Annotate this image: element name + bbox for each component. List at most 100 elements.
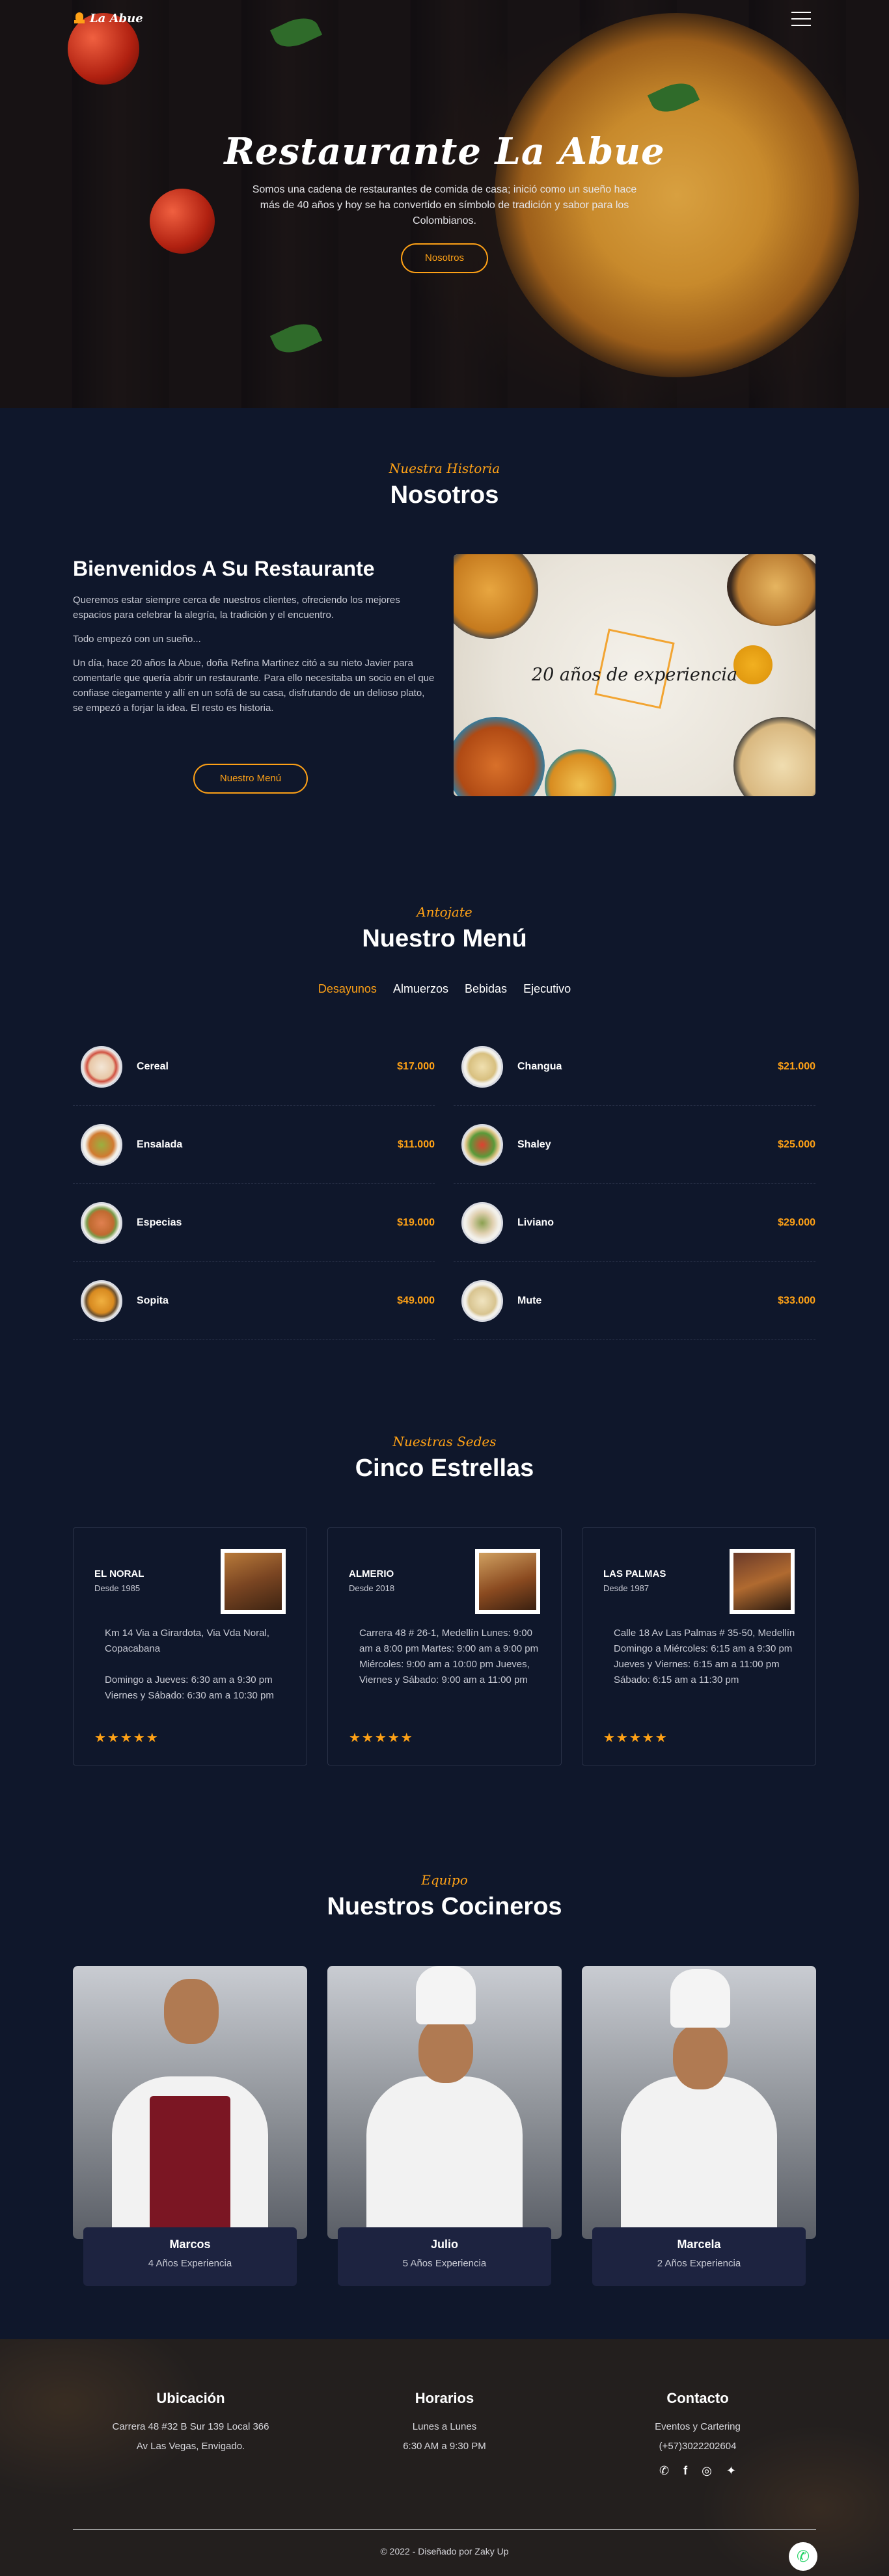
dish-price: $25.000 [778, 1138, 815, 1150]
menu-title: Nuestro Menú [362, 925, 527, 952]
chef-card[interactable]: Marcela 2 Años Experiencia [582, 1966, 816, 2286]
food-bowl-image [733, 717, 815, 796]
about-paragraph: Todo empezó con un sueño... [73, 634, 201, 645]
chef-info: Marcela 2 Años Experiencia [592, 2227, 806, 2286]
twitter-icon[interactable]: ✦ [726, 2464, 736, 2478]
nuestro-menu-button[interactable]: Nuestro Menú [193, 764, 308, 794]
menu-item[interactable]: Liviano $29.000 [454, 1184, 815, 1262]
tab-almuerzos[interactable]: Almuerzos [393, 982, 448, 996]
about-header: Nuestra Historia Nosotros [0, 461, 889, 509]
whatsapp-float-icon[interactable]: ✆ [789, 2542, 817, 2571]
about-title: Nosotros [390, 481, 499, 509]
dish-image [461, 1045, 503, 1088]
dish-price: $17.000 [397, 1060, 435, 1072]
menu-item[interactable]: Shaley $25.000 [454, 1106, 815, 1184]
branch-since: Desde 2018 [349, 1583, 395, 1593]
social-links: ✆ f ◎ ✦ [600, 2464, 795, 2478]
chef-name: Marcela [677, 2238, 721, 2251]
branch-card[interactable]: EL NORAL Desde 1985 Km 14 Via a Girardot… [73, 1527, 307, 1765]
menu-item[interactable]: Especias $19.000 [73, 1184, 435, 1262]
menu-item[interactable]: Mute $33.000 [454, 1262, 815, 1340]
branch-name: LAS PALMAS [603, 1568, 666, 1579]
chef-experience: 2 Años Experiencia [657, 2258, 741, 2269]
tab-bebidas[interactable]: Bebidas [465, 982, 507, 996]
chef-experience: 5 Años Experiencia [402, 2258, 487, 2269]
star-rating: ★★★★★ [349, 1731, 414, 1745]
menu-tabs: Desayunos Almuerzos Bebidas Ejecutivo [0, 982, 889, 996]
chef-photo [582, 1966, 816, 2239]
about-paragraph: Queremos estar siempre cerca de nuestros… [73, 595, 400, 621]
tab-ejecutivo[interactable]: Ejecutivo [523, 982, 571, 996]
dish-image [461, 1123, 503, 1166]
footer-divider [73, 2529, 816, 2530]
herb-image [269, 317, 323, 360]
about-heading: Bienvenidos A Su Restaurante [73, 557, 375, 580]
footer-text: (+57)3022202604 [659, 2441, 737, 2452]
food-bowl-image [454, 554, 538, 639]
dish-price: $19.000 [397, 1216, 435, 1228]
brand-logo[interactable]: La Abue [73, 12, 143, 25]
chefs-kicker: Equipo [421, 1872, 468, 1888]
branch-photo [475, 1549, 540, 1614]
menu-kicker: Antojate [417, 904, 472, 920]
about-kicker: Nuestra Historia [389, 461, 500, 476]
menu-item[interactable]: Cereal $17.000 [73, 1028, 435, 1106]
instagram-icon[interactable]: ◎ [702, 2464, 712, 2478]
chef-card[interactable]: Marcos 4 Años Experiencia [73, 1966, 307, 2286]
branch-name: EL NORAL [94, 1568, 144, 1579]
branch-photo [730, 1549, 795, 1614]
tab-desayunos[interactable]: Desayunos [318, 982, 377, 996]
dish-image [81, 1201, 122, 1244]
branch-details: Carrera 48 # 26-1, Medellín Lunes: 9:00 … [359, 1628, 539, 1685]
chef-hat-icon [73, 12, 86, 25]
dish-name: Shaley [517, 1138, 551, 1150]
food-bowl-image [454, 717, 545, 796]
hero-section: La Abue Restaurante La Abue Somos una ca… [0, 0, 889, 408]
dish-name: Sopita [137, 1295, 169, 1306]
dish-name: Liviano [517, 1216, 554, 1228]
chefs-header: Equipo Nuestros Cocineros [0, 1872, 889, 1921]
whatsapp-icon[interactable]: ✆ [659, 2464, 669, 2478]
branches-title: Cinco Estrellas [355, 1455, 534, 1482]
branch-card[interactable]: ALMERIO Desde 2018 Carrera 48 # 26-1, Me… [327, 1527, 562, 1765]
chef-name: Marcos [169, 2238, 211, 2251]
facebook-icon[interactable]: f [683, 2464, 687, 2478]
hero-title: Restaurante La Abue [224, 130, 665, 173]
star-rating: ★★★★★ [603, 1731, 668, 1745]
brand-name: La Abue [90, 12, 143, 25]
footer-heading: Contacto [666, 2390, 729, 2406]
chef-info: Julio 5 Años Experiencia [338, 2227, 551, 2286]
branches-header: Nuestras Sedes Cinco Estrellas [0, 1434, 889, 1483]
footer-location: Ubicación Carrera 48 #32 B Sur 139 Local… [93, 2390, 288, 2456]
footer-text: Av Las Vegas, Envigado. [136, 2441, 245, 2452]
menu-item[interactable]: Sopita $49.000 [73, 1262, 435, 1340]
dish-price: $49.000 [397, 1295, 435, 1306]
hero-content: Restaurante La Abue Somos una cadena de … [0, 130, 889, 273]
hero-description: Somos una cadena de restaurantes de comi… [252, 184, 637, 226]
about-text: Bienvenidos A Su Restaurante Queremos es… [73, 557, 437, 725]
menu-header: Antojate Nuestro Menú [0, 904, 889, 953]
hamburger-menu-icon[interactable] [791, 12, 811, 26]
anniversary-text: 20 años de experiencia [531, 665, 738, 685]
chef-card[interactable]: Julio 5 Años Experiencia [327, 1966, 562, 2286]
spices-image: 20 años de experiencia [454, 554, 815, 796]
dish-price: $11.000 [398, 1138, 435, 1150]
branch-since: Desde 1985 [94, 1583, 141, 1593]
footer-text: Carrera 48 #32 B Sur 139 Local 366 [112, 2421, 269, 2432]
dish-image [81, 1123, 122, 1166]
menu-item[interactable]: Ensalada $11.000 [73, 1106, 435, 1184]
chefs-title: Nuestros Cocineros [327, 1893, 562, 1920]
footer-text: 6:30 AM a 9:30 PM [403, 2441, 486, 2452]
dish-name: Cereal [137, 1060, 169, 1072]
branch-card[interactable]: LAS PALMAS Desde 1987 Calle 18 Av Las Pa… [582, 1527, 816, 1765]
branch-photo [221, 1549, 286, 1614]
menu-item[interactable]: Changua $21.000 [454, 1028, 815, 1106]
about-paragraph: Un día, hace 20 años la Abue, doña Refin… [73, 658, 435, 714]
star-rating: ★★★★★ [94, 1731, 159, 1745]
nosotros-button[interactable]: Nosotros [401, 243, 488, 273]
dish-image [461, 1201, 503, 1244]
footer-heading: Ubicación [156, 2390, 225, 2406]
footer-text: Eventos y Cartering [655, 2421, 741, 2432]
dish-image [461, 1280, 503, 1322]
branch-details: Km 14 Via a Girardota, Via Vda Noral, Co… [105, 1628, 274, 1701]
